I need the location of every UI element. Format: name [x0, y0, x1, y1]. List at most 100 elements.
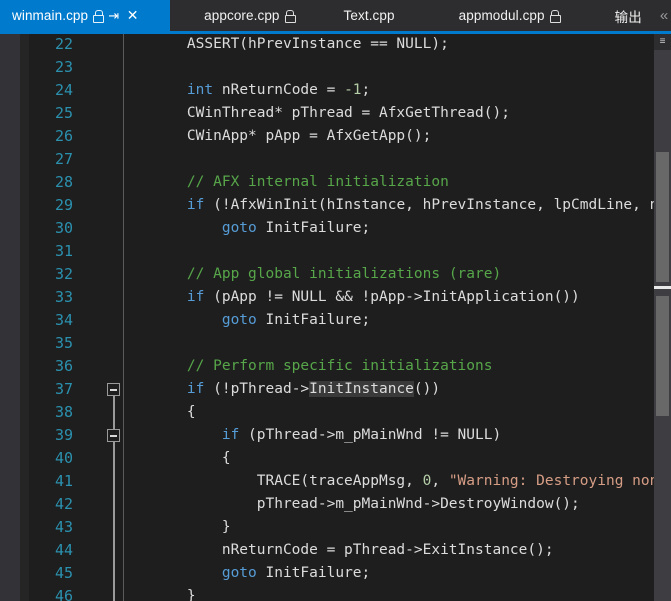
- code-line-text[interactable]: if (pApp != NULL && !pApp->InitApplicati…: [152, 286, 580, 309]
- code-line-text[interactable]: // Perform specific initializations: [152, 355, 493, 378]
- code-line-text[interactable]: }: [152, 516, 231, 539]
- code-line-text[interactable]: goto InitFailure;: [152, 217, 370, 240]
- code-line-text[interactable]: int nReturnCode = -1;: [152, 79, 370, 102]
- code-editor-area[interactable]: 22 ASSERT(hPrevInstance == NULL); 23 24 in…: [0, 34, 671, 601]
- code-line-text[interactable]: if (!pThread->InitInstance()): [152, 378, 440, 401]
- code-line-text[interactable]: nReturnCode = pThread->ExitInstance();: [152, 539, 554, 562]
- code-token: InitFailure;: [256, 565, 371, 581]
- line-number: 23: [54, 58, 73, 76]
- lock-icon: [93, 10, 105, 23]
- fold-collapse-icon[interactable]: [107, 429, 120, 442]
- code-line[interactable]: 27: [0, 148, 671, 171]
- code-token: (!pThread->: [204, 381, 310, 397]
- code-line-text[interactable]: pThread->m_pMainWnd->DestroyWindow();: [152, 493, 580, 516]
- code-token: if: [186, 381, 205, 397]
- code-line[interactable]: 28 // AFX internal initialization: [0, 171, 671, 194]
- code-token: if: [186, 289, 205, 305]
- code-line[interactable]: 45 goto InitFailure;: [0, 562, 671, 585]
- code-line[interactable]: 35: [0, 332, 671, 355]
- line-number: 41: [54, 472, 73, 490]
- code-line[interactable]: 46 }: [0, 585, 671, 601]
- code-line-text[interactable]: {: [152, 447, 231, 470]
- tab-text-cpp[interactable]: Text.cpp: [321, 0, 425, 31]
- code-line-text[interactable]: {: [152, 401, 196, 424]
- tab-label: Text.cpp: [343, 8, 395, 23]
- pin-icon[interactable]: ⇥: [107, 9, 120, 22]
- vertical-scrollbar[interactable]: ▲: [654, 34, 671, 601]
- code-line[interactable]: 33 if (pApp != NULL && !pApp->InitApplic…: [0, 286, 671, 309]
- line-number: 43: [54, 518, 73, 536]
- fold-collapse-icon[interactable]: [107, 383, 120, 396]
- code-line[interactable]: 26 CWinApp* pApp = AfxGetApp();: [0, 125, 671, 148]
- code-line-text[interactable]: if (pThread->m_pMainWnd != NULL): [152, 424, 501, 447]
- code-line-text[interactable]: }: [152, 585, 196, 601]
- code-line-text[interactable]: // App global initializations (rare): [152, 263, 501, 286]
- code-line[interactable]: 22 ASSERT(hPrevInstance == NULL);: [0, 34, 671, 56]
- code-token: CWinThread* pThread = AfxGetThread();: [152, 105, 510, 121]
- code-token: (pApp != NULL && !pApp->InitApplication(…: [204, 289, 580, 305]
- code-line[interactable]: 25 CWinThread* pThread = AfxGetThread();: [0, 102, 671, 125]
- line-number: 27: [54, 150, 73, 168]
- code-surface[interactable]: 22 ASSERT(hPrevInstance == NULL); 23 24 in…: [0, 34, 671, 601]
- code-line[interactable]: 44 nReturnCode = pThread->ExitInstance()…: [0, 539, 671, 562]
- code-line[interactable]: 32 // App global initializations (rare): [0, 263, 671, 286]
- editor-tab-bar: winmain.cpp ⇥ ✕ appcore.cpp Text.cpp app…: [0, 0, 671, 31]
- lock-icon: [284, 10, 296, 23]
- code-token: InitInstance: [309, 381, 414, 397]
- tab-output[interactable]: 输出: [586, 0, 656, 31]
- code-line[interactable]: 23: [0, 56, 671, 79]
- line-number: 46: [54, 587, 73, 601]
- code-line[interactable]: 43 }: [0, 516, 671, 539]
- line-number: 37: [54, 380, 73, 398]
- code-line-text[interactable]: if (!AfxWinInit(hInstance, hPrevInstance…: [152, 194, 671, 217]
- code-line[interactable]: 30 goto InitFailure;: [0, 217, 671, 240]
- code-token: -1: [344, 82, 362, 98]
- visual-studio-editor-window: winmain.cpp ⇥ ✕ appcore.cpp Text.cpp app…: [0, 0, 671, 601]
- code-line[interactable]: 31: [0, 240, 671, 263]
- scrollbar-options-icon[interactable]: ≡: [654, 34, 671, 50]
- code-token: // AFX internal initialization: [186, 174, 449, 190]
- tab-overflow-chevron-icon[interactable]: «: [656, 0, 671, 31]
- tab-winmain-cpp[interactable]: winmain.cpp ⇥ ✕: [0, 0, 171, 31]
- code-token: // App global initializations (rare): [186, 266, 502, 282]
- code-line-text[interactable]: TRACE(traceAppMsg, 0, "Warning: Destroyi…: [152, 470, 671, 493]
- close-icon[interactable]: ✕: [125, 8, 140, 23]
- code-line[interactable]: 24 int nReturnCode = -1;: [0, 79, 671, 102]
- code-line[interactable]: 34 goto InitFailure;: [0, 309, 671, 332]
- line-number: 38: [54, 403, 73, 421]
- code-line-text[interactable]: ASSERT(hPrevInstance == NULL);: [152, 34, 449, 56]
- tab-appmodul-cpp[interactable]: appmodul.cpp: [424, 0, 587, 31]
- scrollbar-thumb-upper[interactable]: [656, 152, 669, 282]
- code-line[interactable]: 40 {: [0, 447, 671, 470]
- fold-guide-line: [113, 396, 115, 429]
- code-token: TRACE(traceAppMsg,: [152, 473, 423, 489]
- line-number: 34: [54, 311, 73, 329]
- code-line[interactable]: 39 if (pThread->m_pMainWnd != NULL): [0, 424, 671, 447]
- code-token: nReturnCode = pThread->ExitInstance();: [152, 542, 554, 558]
- code-line-text[interactable]: CWinThread* pThread = AfxGetThread();: [152, 102, 510, 125]
- code-line[interactable]: 41 TRACE(traceAppMsg, 0, "Warning: Destr…: [0, 470, 671, 493]
- code-token: pThread->m_pMainWnd->DestroyWindow();: [152, 496, 580, 512]
- code-line[interactable]: 36 // Perform specific initializations: [0, 355, 671, 378]
- tab-label: appmodul.cpp: [458, 8, 545, 23]
- code-token: if: [221, 427, 240, 443]
- code-line[interactable]: 37 if (!pThread->InitInstance()): [0, 378, 671, 401]
- code-token: InitFailure;: [256, 220, 371, 236]
- code-line-text[interactable]: // AFX internal initialization: [152, 171, 449, 194]
- code-line[interactable]: 42 pThread->m_pMainWnd->DestroyWindow();: [0, 493, 671, 516]
- code-line-text[interactable]: goto InitFailure;: [152, 309, 370, 332]
- code-line[interactable]: 29 if (!AfxWinInit(hInstance, hPrevInsta…: [0, 194, 671, 217]
- scrollbar-thumb-lower[interactable]: [656, 296, 669, 416]
- tab-appcore-cpp[interactable]: appcore.cpp: [170, 0, 322, 31]
- code-line[interactable]: 38 {: [0, 401, 671, 424]
- code-token: }: [152, 588, 196, 601]
- code-token: goto: [221, 312, 257, 328]
- code-line-text[interactable]: CWinApp* pApp = AfxGetApp();: [152, 125, 431, 148]
- code-line-text[interactable]: goto InitFailure;: [152, 562, 370, 585]
